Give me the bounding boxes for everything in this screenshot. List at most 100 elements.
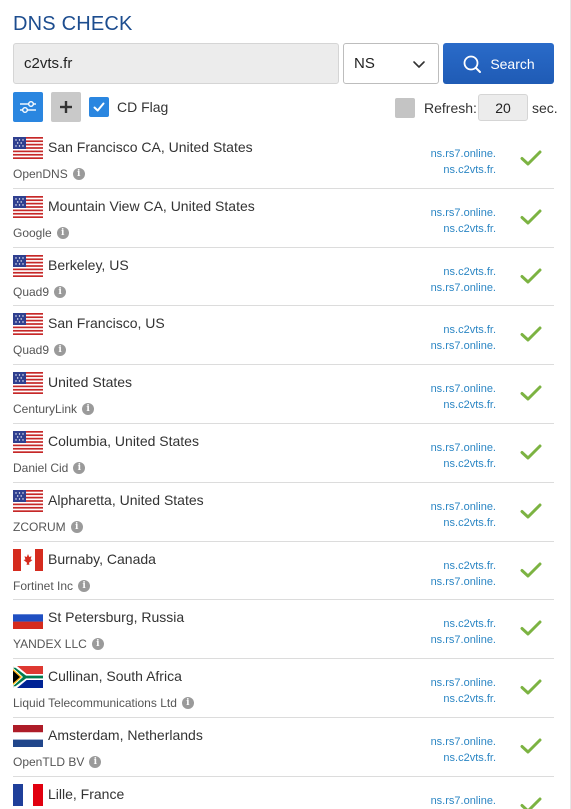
settings-button[interactable]: [13, 92, 43, 122]
ns-record[interactable]: ns.rs7.online.: [431, 338, 496, 354]
netherlands-flag-icon: [13, 724, 43, 747]
ns-record[interactable]: ns.c2vts.fr.: [431, 221, 496, 237]
result-row: Amsterdam, Netherlands OpenTLD BV i ns.rs7.…: [13, 718, 554, 777]
page-title: DNS CHECK: [13, 13, 133, 35]
ns-records: ns.c2vts.fr. ns.rs7.online.: [431, 616, 496, 648]
ns-records: ns.rs7.online. ns.c2vts.fr.: [431, 205, 496, 237]
result-row: Lille, France ns.rs7.online.: [13, 777, 554, 809]
ns-records: ns.rs7.online. ns.c2vts.fr.: [431, 381, 496, 413]
ns-records: ns.rs7.online. ns.c2vts.fr.: [431, 146, 496, 178]
info-icon[interactable]: i: [54, 344, 67, 357]
resolver-location: San Francisco, US: [48, 315, 165, 332]
ns-record[interactable]: ns.rs7.online.: [431, 632, 496, 648]
check-icon: [520, 503, 542, 519]
results-list: San Francisco CA, United States OpenDNS i n…: [13, 130, 554, 809]
info-icon[interactable]: i: [91, 638, 104, 651]
info-icon[interactable]: i: [54, 285, 67, 298]
info-icon[interactable]: i: [56, 226, 69, 239]
info-icon[interactable]: i: [73, 461, 86, 474]
domain-input[interactable]: [13, 43, 339, 84]
check-icon: [520, 444, 542, 460]
resolver-location: Columbia, United States: [48, 432, 199, 449]
ns-records: ns.rs7.online. ns.c2vts.fr.: [431, 440, 496, 472]
dns-check-panel: DNS CHECK NS Search CD Flag: [0, 0, 571, 809]
ns-record[interactable]: ns.rs7.online.: [431, 734, 496, 750]
provider-name: CenturyLink: [13, 402, 78, 417]
resolver-provider: YANDEX LLC i: [13, 637, 104, 651]
provider-name: Liquid Telecommunications Ltd: [13, 696, 177, 711]
resolver-location: Alpharetta, United States: [48, 491, 204, 508]
resolver-provider: Quad9 i: [13, 343, 67, 357]
check-icon: [520, 679, 542, 695]
ns-record[interactable]: ns.rs7.online.: [431, 280, 496, 296]
result-row: Alpharetta, United States ZCORUM i ns.rs7.o…: [13, 483, 554, 542]
check-icon: [520, 150, 542, 166]
united-states-flag-icon: [13, 489, 43, 512]
result-row: San Francisco CA, United States OpenDNS i n…: [13, 130, 554, 189]
ns-record[interactable]: ns.rs7.online.: [431, 793, 496, 809]
ns-record[interactable]: ns.rs7.online.: [431, 574, 496, 590]
search-button[interactable]: Search: [443, 43, 554, 84]
info-icon[interactable]: i: [181, 697, 194, 710]
provider-name: Google: [13, 225, 52, 240]
provider-name: OpenTLD BV: [13, 754, 85, 769]
ns-record[interactable]: ns.rs7.online.: [431, 675, 496, 691]
ns-record[interactable]: ns.rs7.online.: [431, 499, 496, 515]
ns-records: ns.rs7.online. ns.c2vts.fr.: [431, 675, 496, 707]
ns-record[interactable]: ns.c2vts.fr.: [431, 322, 496, 338]
info-icon[interactable]: i: [70, 520, 83, 533]
provider-name: YANDEX LLC: [13, 637, 87, 652]
ns-record[interactable]: ns.c2vts.fr.: [431, 162, 496, 178]
resolver-provider: Quad9 i: [13, 285, 67, 299]
search-icon: [463, 55, 482, 73]
result-row: Columbia, United States Daniel Cid i ns.rs7…: [13, 424, 554, 483]
ns-record[interactable]: ns.rs7.online.: [431, 440, 496, 456]
ns-record[interactable]: ns.rs7.online.: [431, 381, 496, 397]
resolver-provider: ZCORUM i: [13, 520, 83, 534]
result-row: San Francisco, US Quad9 i ns.c2vts.fr. ns.rs…: [13, 306, 554, 366]
resolver-location: Burnaby, Canada: [48, 550, 156, 567]
refresh-checkbox[interactable]: [395, 98, 415, 118]
ns-record[interactable]: ns.rs7.online.: [431, 146, 496, 162]
resolver-location: Berkeley, US: [48, 256, 129, 273]
add-button[interactable]: [51, 92, 81, 122]
united-states-flag-icon: [13, 430, 43, 453]
ns-records: ns.c2vts.fr. ns.rs7.online.: [431, 264, 496, 296]
result-row: United States CenturyLink i ns.rs7.online. n…: [13, 365, 554, 424]
resolver-location: Mountain View CA, United States: [48, 197, 255, 214]
ns-record[interactable]: ns.rs7.online.: [431, 205, 496, 221]
ns-record[interactable]: ns.c2vts.fr.: [431, 691, 496, 707]
check-icon: [520, 738, 542, 754]
search-button-label: Search: [490, 55, 535, 72]
canada-flag-icon: [13, 548, 43, 571]
ns-records: ns.rs7.online.: [431, 793, 496, 809]
record-type-select[interactable]: NS: [343, 43, 439, 84]
info-icon[interactable]: i: [89, 755, 102, 768]
ns-records: ns.c2vts.fr. ns.rs7.online.: [431, 322, 496, 354]
ns-record[interactable]: ns.c2vts.fr.: [431, 397, 496, 413]
info-icon[interactable]: i: [78, 579, 91, 592]
resolver-location: San Francisco CA, United States: [48, 139, 253, 155]
united-states-flag-icon: [13, 313, 43, 336]
resolver-provider: OpenDNS i: [13, 167, 85, 181]
info-icon[interactable]: i: [82, 403, 95, 416]
check-icon: [520, 268, 542, 284]
info-icon[interactable]: i: [72, 168, 85, 180]
resolver-provider: Fortinet Inc i: [13, 579, 91, 593]
cd-flag-checkbox[interactable]: [89, 97, 109, 117]
check-icon: [520, 326, 542, 342]
resolver-provider: CenturyLink i: [13, 402, 95, 417]
resolver-location: St Petersburg, Russia: [48, 609, 185, 626]
ns-record[interactable]: ns.c2vts.fr.: [431, 750, 496, 766]
refresh-label: Refresh:: [424, 100, 477, 116]
ns-record[interactable]: ns.c2vts.fr.: [431, 515, 496, 531]
ns-record[interactable]: ns.c2vts.fr.: [431, 456, 496, 472]
ns-record[interactable]: ns.c2vts.fr.: [431, 558, 496, 574]
ns-record[interactable]: ns.c2vts.fr.: [431, 616, 496, 632]
provider-name: ZCORUM: [13, 519, 66, 534]
refresh-interval-input[interactable]: [478, 94, 528, 121]
chevron-down-icon: [413, 61, 425, 68]
south-africa-flag-icon: [13, 666, 43, 689]
checkmark-icon: [93, 102, 105, 112]
ns-record[interactable]: ns.c2vts.fr.: [431, 264, 496, 280]
